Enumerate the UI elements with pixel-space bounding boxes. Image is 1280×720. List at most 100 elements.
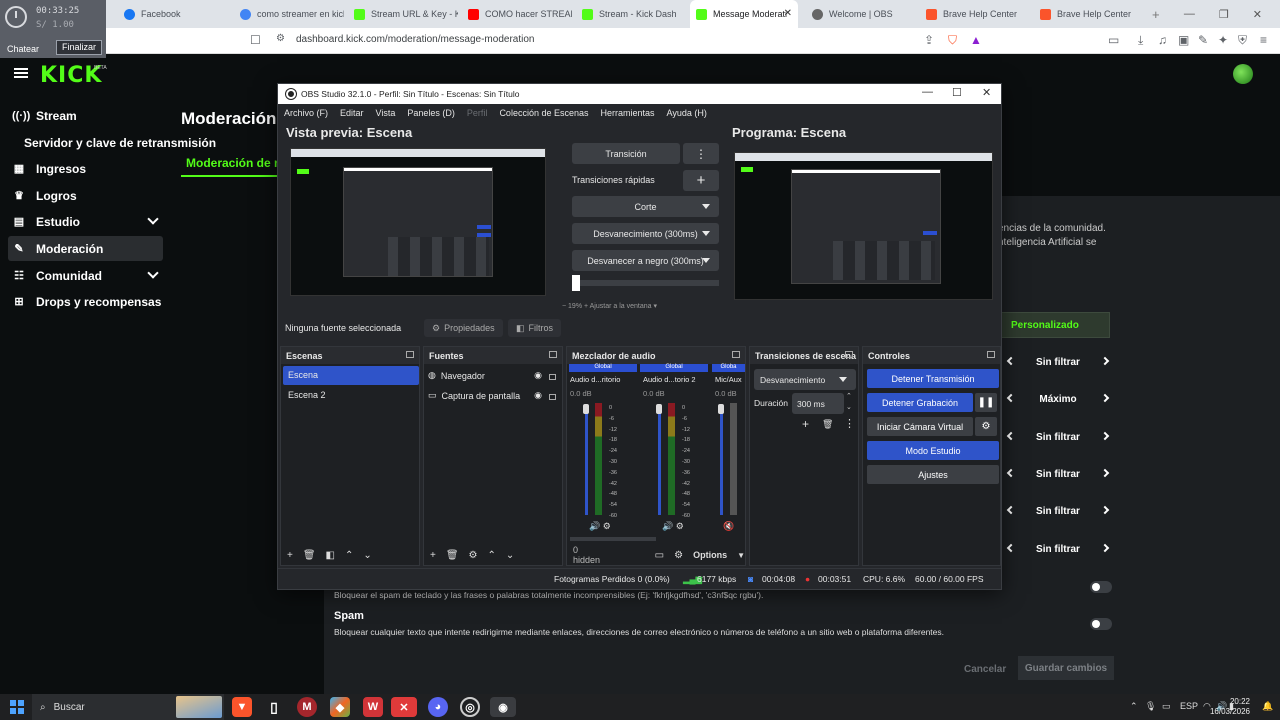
vpn-icon[interactable]: ⛨ bbox=[1238, 33, 1247, 48]
filter-selector-1[interactable]: Sin filtrar bbox=[1006, 352, 1110, 372]
filter-selector-2[interactable]: Máximo bbox=[1006, 389, 1110, 409]
volume-knob[interactable] bbox=[656, 404, 662, 414]
sidebar-item-stream-key[interactable]: Servidor y clave de retransmisión bbox=[24, 136, 216, 150]
fade-transition-button[interactable]: Desvanecimiento (300ms) bbox=[572, 223, 719, 244]
layout-icon[interactable]: ▭ bbox=[655, 550, 664, 561]
extensions-icon[interactable]: ✎ bbox=[1198, 33, 1208, 47]
tab-kick-dash[interactable]: Stream - Kick Dash bbox=[576, 0, 686, 28]
source-item[interactable]: ▭ Captura de pantalla ◉ bbox=[428, 386, 560, 405]
toggle-spam[interactable] bbox=[1090, 618, 1112, 630]
gear-icon[interactable]: ⚙ bbox=[469, 550, 478, 561]
chevron-right-icon[interactable] bbox=[1100, 505, 1110, 515]
menu-ayuda[interactable]: Ayuda (H) bbox=[667, 108, 707, 118]
menu-paneles[interactable]: Paneles (D) bbox=[407, 108, 455, 118]
transition-button[interactable]: Transición bbox=[572, 143, 680, 164]
add-icon[interactable]: + bbox=[430, 550, 436, 561]
brave-rewards-icon[interactable]: ▲ bbox=[970, 33, 982, 47]
windows-start-icon[interactable] bbox=[10, 700, 24, 714]
discord-icon[interactable]: ◕ bbox=[428, 697, 448, 717]
taskbar-search[interactable]: ⌕ Buscar bbox=[32, 694, 224, 720]
options-button[interactable]: Options bbox=[693, 550, 727, 560]
file-icon[interactable]: ▯ bbox=[264, 697, 284, 717]
url-text[interactable]: dashboard.kick.com/moderation/message-mo… bbox=[296, 34, 534, 45]
mixer-channel-name[interactable]: Audio d...ritorio bbox=[570, 375, 620, 384]
app-m-icon[interactable]: M bbox=[297, 697, 317, 717]
chevron-left-icon[interactable] bbox=[1006, 356, 1016, 366]
down-arrow-icon[interactable]: ⌄ bbox=[506, 550, 514, 561]
trash-icon[interactable]: 🗑 bbox=[446, 550, 459, 561]
close-icon[interactable]: ✕ bbox=[982, 86, 991, 99]
language-indicator[interactable]: ESP bbox=[1180, 701, 1198, 711]
gear-icon[interactable]: ⚙ bbox=[975, 417, 997, 436]
sidebar-item-ingresos[interactable]: ▦ Ingresos bbox=[8, 156, 163, 181]
tab-brave-help-1[interactable]: Brave Help Center bbox=[920, 0, 1030, 28]
undock-icon[interactable] bbox=[845, 351, 853, 358]
chevron-right-icon[interactable] bbox=[1100, 356, 1110, 366]
filters-button[interactable]: ◧ Filtros bbox=[508, 319, 562, 337]
pause-icon[interactable]: ❚❚ bbox=[975, 393, 997, 412]
chevron-left-icon[interactable] bbox=[1006, 393, 1016, 403]
notification-icon[interactable]: 🔔 bbox=[1262, 701, 1273, 712]
properties-button[interactable]: ⚙ Propiedades bbox=[424, 319, 503, 337]
scene-item[interactable]: Escena bbox=[283, 366, 419, 385]
sidebar-item-moderacion[interactable]: ✎ Moderación bbox=[8, 236, 163, 261]
sidebar-item-logros[interactable]: ♛ Logros bbox=[8, 183, 163, 208]
cut-transition-button[interactable]: Corte bbox=[572, 196, 719, 217]
leo-icon[interactable]: ✦ bbox=[1218, 33, 1228, 47]
mixer-channel-name[interactable]: Mic/Aux bbox=[715, 375, 742, 384]
tray-expand-icon[interactable]: ⌃ bbox=[1130, 701, 1138, 712]
tab-facebook[interactable]: Facebook bbox=[118, 0, 228, 28]
tab-message-moderation[interactable]: Message Moderati ✕ bbox=[690, 0, 798, 28]
source-item[interactable]: ◍ Navegador ◉ bbox=[428, 366, 560, 385]
settings-button[interactable]: Ajustes bbox=[867, 465, 999, 484]
maximize-icon[interactable]: ❐ bbox=[1219, 8, 1229, 21]
volume-fader[interactable] bbox=[658, 405, 661, 515]
recorder-chat-label[interactable]: Chatear bbox=[7, 44, 39, 54]
avatar[interactable] bbox=[1233, 64, 1253, 84]
toggle-gibberish[interactable] bbox=[1090, 581, 1112, 593]
menu-herramientas[interactable]: Herramientas bbox=[601, 108, 655, 118]
chevron-right-icon[interactable] bbox=[1100, 393, 1110, 403]
preview-canvas[interactable] bbox=[290, 148, 546, 296]
taskbar-clock[interactable]: 20:22 16/03/2026 bbox=[1210, 697, 1250, 717]
tab-obs[interactable]: Welcome | OBS bbox=[806, 0, 916, 28]
volume-fader[interactable] bbox=[720, 405, 723, 515]
trash-icon[interactable]: 🗑 bbox=[822, 419, 833, 430]
menu-icon[interactable]: ≡ bbox=[1260, 33, 1267, 47]
transition-menu-icon[interactable]: ⋮ bbox=[683, 143, 719, 164]
undock-icon[interactable] bbox=[406, 351, 414, 358]
mic-icon[interactable]: 🎙 bbox=[1145, 701, 1156, 712]
tab-youtube[interactable]: COMO hacer STREAM bbox=[462, 0, 572, 28]
scene-item[interactable]: Escena 2 bbox=[283, 386, 419, 405]
battery-icon[interactable]: ▭ bbox=[1162, 701, 1171, 712]
mixer-channel-name[interactable]: Audio d...torio 2 bbox=[643, 375, 696, 384]
chevron-right-icon[interactable] bbox=[1100, 431, 1110, 441]
menu-coleccion[interactable]: Colección de Escenas bbox=[499, 108, 588, 118]
chevron-right-icon[interactable] bbox=[1100, 468, 1110, 478]
chevron-left-icon[interactable] bbox=[1006, 431, 1016, 441]
muted-icon[interactable]: 🔇 bbox=[723, 521, 734, 532]
filter-icon[interactable]: ◧ bbox=[326, 550, 335, 561]
download-icon[interactable]: ⤓ bbox=[1138, 33, 1143, 48]
close-tab-icon[interactable]: ✕ bbox=[784, 8, 792, 19]
tab-google[interactable]: como streamer en kick bbox=[234, 0, 344, 28]
start-virtual-camera-button[interactable]: Iniciar Cámara Virtual bbox=[867, 417, 973, 436]
custom-level-button[interactable]: Personalizado bbox=[1000, 312, 1110, 338]
sidebar-item-drops[interactable]: ⊞ Drops y recompensas bbox=[8, 289, 163, 314]
stop-recording-button[interactable]: Detener Grabación bbox=[867, 393, 973, 412]
wps-icon[interactable]: W bbox=[363, 697, 383, 717]
filter-selector-5[interactable]: Sin filtrar bbox=[1006, 501, 1110, 521]
add-icon[interactable]: + bbox=[287, 550, 293, 561]
lock-icon[interactable] bbox=[549, 374, 556, 380]
add-quick-transition-icon[interactable]: + bbox=[683, 170, 719, 191]
undock-icon[interactable] bbox=[549, 351, 557, 358]
stop-streaming-button[interactable]: Detener Transmisión bbox=[867, 369, 999, 388]
sidebar-item-stream[interactable]: ((·)) Stream bbox=[8, 103, 163, 128]
filter-selector-6[interactable]: Sin filtrar bbox=[1006, 539, 1110, 559]
up-arrow-icon[interactable]: ⌃ bbox=[488, 550, 496, 561]
share-icon[interactable]: ⇪ bbox=[924, 33, 934, 47]
studio-mode-button[interactable]: Modo Estudio bbox=[867, 441, 999, 460]
panel-icon[interactable]: ▣ bbox=[1178, 33, 1189, 47]
menu-vista[interactable]: Vista bbox=[376, 108, 396, 118]
brave-shields-icon[interactable]: ⛉ bbox=[948, 33, 957, 48]
